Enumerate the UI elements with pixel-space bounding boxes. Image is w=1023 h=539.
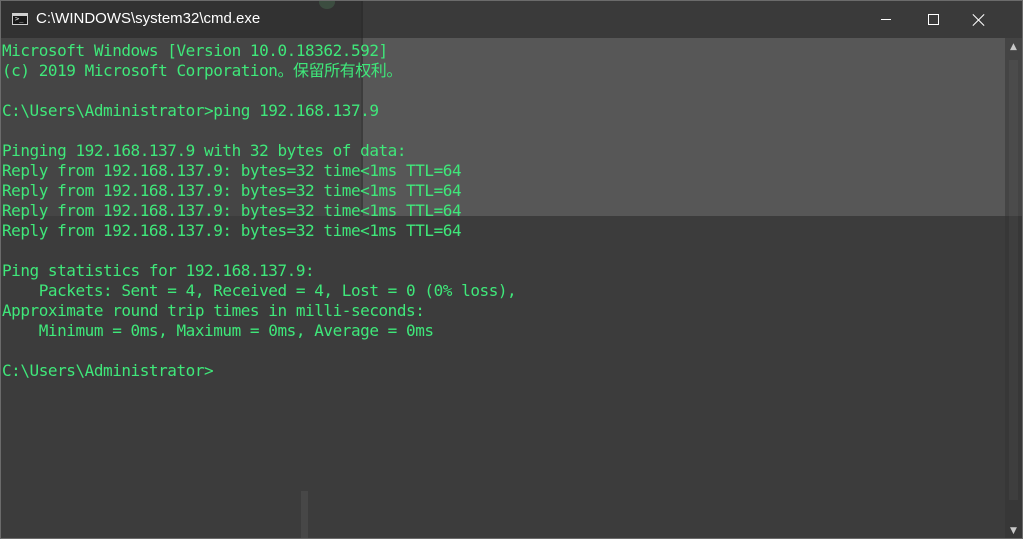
triangle-down-icon: ▼	[1010, 525, 1017, 536]
console-line: Reply from 192.168.137.9: bytes=32 time<…	[2, 161, 462, 180]
vertical-scrollbar[interactable]: ▲ ▼	[1005, 38, 1022, 538]
maximize-button[interactable]	[910, 1, 956, 38]
cmd-window: C:\WINDOWS\system32\cmd.exe Microsoft Wi…	[0, 0, 1023, 539]
scroll-thumb[interactable]	[1009, 60, 1018, 500]
console-line: Minimum = 0ms, Maximum = 0ms, Average = …	[2, 321, 434, 340]
triangle-up-icon: ▲	[1010, 41, 1017, 52]
console-line: Pinging 192.168.137.9 with 32 bytes of d…	[2, 141, 407, 160]
console-line: C:\Users\Administrator>ping 192.168.137.…	[2, 101, 379, 120]
maximize-icon	[927, 14, 939, 25]
console-line: Approximate round trip times in milli-se…	[2, 301, 425, 320]
console-output[interactable]: Microsoft Windows [Version 10.0.18362.59…	[2, 41, 1002, 536]
minimize-icon	[881, 19, 891, 20]
minimize-button[interactable]	[863, 1, 909, 38]
console-line: C:\Users\Administrator>	[2, 361, 214, 380]
scroll-down-button[interactable]: ▼	[1005, 522, 1022, 538]
close-button[interactable]	[956, 1, 1002, 38]
console-line: Reply from 192.168.137.9: bytes=32 time<…	[2, 201, 462, 220]
console-line: Packets: Sent = 4, Received = 4, Lost = …	[2, 281, 517, 300]
console-line: Reply from 192.168.137.9: bytes=32 time<…	[2, 221, 462, 240]
console-line: Microsoft Windows [Version 10.0.18362.59…	[2, 41, 388, 60]
console-icon	[12, 13, 28, 25]
title-bar[interactable]: C:\WINDOWS\system32\cmd.exe	[1, 1, 1022, 38]
window-title: C:\WINDOWS\system32\cmd.exe	[36, 10, 261, 27]
scroll-up-button[interactable]: ▲	[1005, 38, 1022, 55]
console-line: Reply from 192.168.137.9: bytes=32 time<…	[2, 181, 462, 200]
close-icon	[973, 14, 985, 26]
console-line: Ping statistics for 192.168.137.9:	[2, 261, 315, 280]
console-line: (c) 2019 Microsoft Corporation。保留所有权利。	[2, 61, 402, 80]
